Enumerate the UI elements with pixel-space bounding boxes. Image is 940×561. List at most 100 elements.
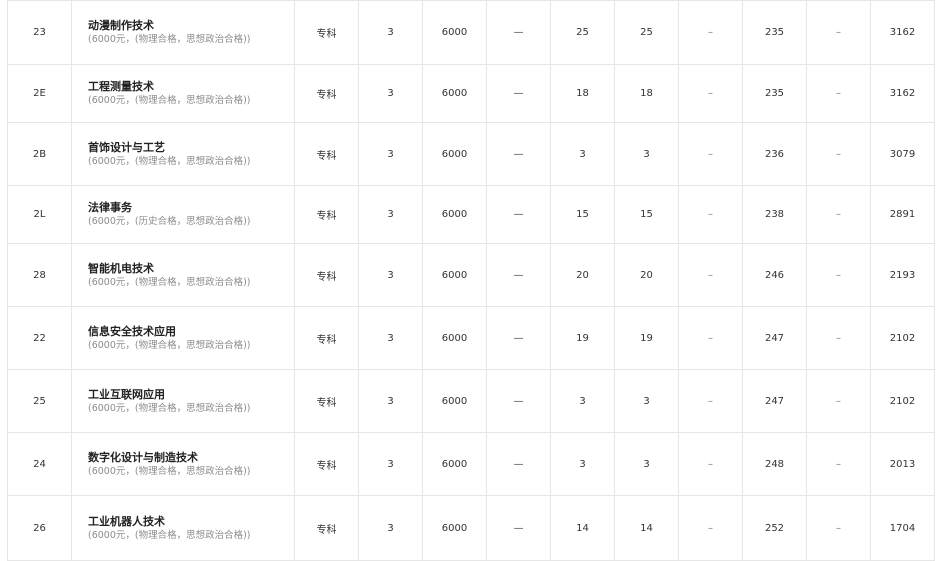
min-rank: 2102 <box>870 369 935 433</box>
major-note: (6000元，(物理合格，思想政治合格)) <box>88 465 251 477</box>
col-value-2: 18 <box>550 64 615 123</box>
study-years: 3 <box>358 369 423 433</box>
major-name[interactable]: 工业机器人技术 <box>88 514 294 529</box>
col-value-6: – <box>806 185 871 244</box>
education-level: 专科 <box>294 369 359 433</box>
col-value-6: – <box>806 122 871 186</box>
col-value-6: – <box>806 0 871 65</box>
major-note: (6000元，(物理合格，思想政治合格)) <box>88 276 251 288</box>
tuition-fee: 6000 <box>422 64 487 123</box>
min-rank: 2193 <box>870 243 935 307</box>
col-value-6: – <box>806 432 871 496</box>
major-name[interactable]: 信息安全技术应用 <box>88 324 294 339</box>
major-name[interactable]: 工程测量技术 <box>88 79 294 94</box>
col-value-4: – <box>678 495 743 561</box>
study-years: 3 <box>358 306 423 370</box>
col-value-2: 14 <box>550 495 615 561</box>
min-score: 235 <box>742 0 807 65</box>
major-name[interactable]: 智能机电技术 <box>88 261 294 276</box>
table-row: 2B 首饰设计与工艺 (6000元，(物理合格，思想政治合格)) 专科 3 60… <box>7 122 935 186</box>
col-value-4: – <box>678 306 743 370</box>
min-score: 235 <box>742 64 807 123</box>
col-value-3: 3 <box>614 369 679 433</box>
study-years: 3 <box>358 64 423 123</box>
major-name[interactable]: 数字化设计与制造技术 <box>88 450 294 465</box>
major-note: (6000元，(物理合格，思想政治合格)) <box>88 34 251 45</box>
major-name-cell[interactable]: 数字化设计与制造技术 (6000元，(物理合格，思想政治合格)) <box>71 432 295 496</box>
major-code: 2B <box>7 122 72 186</box>
major-note: (6000元，(历史合格，思想政治合格)) <box>88 216 251 227</box>
col-value-3: 14 <box>614 495 679 561</box>
col-value-4: – <box>678 64 743 123</box>
col-value-1: — <box>486 306 551 370</box>
study-years: 3 <box>358 243 423 307</box>
major-name[interactable]: 首饰设计与工艺 <box>88 140 294 155</box>
col-value-6: – <box>806 495 871 561</box>
education-level: 专科 <box>294 64 359 123</box>
col-value-1: — <box>486 369 551 433</box>
table-row: 2E 工程测量技术 (6000元，(物理合格，思想政治合格)) 专科 3 600… <box>7 64 935 123</box>
major-name-cell[interactable]: 工业机器人技术 (6000元，(物理合格，思想政治合格)) <box>71 495 295 561</box>
major-name-cell[interactable]: 智能机电技术 (6000元，(物理合格，思想政治合格)) <box>71 243 295 307</box>
major-name-cell[interactable]: 工程测量技术 (6000元，(物理合格，思想政治合格)) <box>71 64 295 123</box>
col-value-3: 19 <box>614 306 679 370</box>
education-level: 专科 <box>294 185 359 244</box>
min-score: 236 <box>742 122 807 186</box>
study-years: 3 <box>358 495 423 561</box>
major-code: 25 <box>7 369 72 433</box>
col-value-4: – <box>678 0 743 65</box>
col-value-3: 3 <box>614 432 679 496</box>
major-name[interactable]: 工业互联网应用 <box>88 387 294 402</box>
col-value-6: – <box>806 369 871 433</box>
col-value-2: 19 <box>550 306 615 370</box>
col-value-2: 3 <box>550 122 615 186</box>
major-note: (6000元，(物理合格，思想政治合格)) <box>88 155 251 167</box>
min-score: 238 <box>742 185 807 244</box>
tuition-fee: 6000 <box>422 306 487 370</box>
admission-table-container: 23 动漫制作技术 (6000元，(物理合格，思想政治合格)) 专科 3 600… <box>7 0 935 561</box>
study-years: 3 <box>358 0 423 65</box>
major-code: 2L <box>7 185 72 244</box>
major-note: (6000元，(物理合格，思想政治合格)) <box>88 339 251 351</box>
min-rank: 3162 <box>870 64 935 123</box>
min-score: 248 <box>742 432 807 496</box>
col-value-1: — <box>486 122 551 186</box>
tuition-fee: 6000 <box>422 495 487 561</box>
education-level: 专科 <box>294 495 359 561</box>
col-value-6: – <box>806 243 871 307</box>
major-note: (6000元，(物理合格，思想政治合格)) <box>88 95 251 106</box>
major-name-cell[interactable]: 信息安全技术应用 (6000元，(物理合格，思想政治合格)) <box>71 306 295 370</box>
table-row: 28 智能机电技术 (6000元，(物理合格，思想政治合格)) 专科 3 600… <box>7 243 935 307</box>
col-value-2: 15 <box>550 185 615 244</box>
major-code: 23 <box>7 0 72 65</box>
table-row: 22 信息安全技术应用 (6000元，(物理合格，思想政治合格)) 专科 3 6… <box>7 306 935 370</box>
study-years: 3 <box>358 432 423 496</box>
education-level: 专科 <box>294 0 359 65</box>
col-value-6: – <box>806 64 871 123</box>
major-name[interactable]: 法律事务 <box>88 200 294 215</box>
major-name[interactable]: 动漫制作技术 <box>88 18 294 33</box>
table-row: 24 数字化设计与制造技术 (6000元，(物理合格，思想政治合格)) 专科 3… <box>7 432 935 496</box>
study-years: 3 <box>358 122 423 186</box>
table-row: 26 工业机器人技术 (6000元，(物理合格，思想政治合格)) 专科 3 60… <box>7 495 935 561</box>
min-rank: 2013 <box>870 432 935 496</box>
col-value-4: – <box>678 185 743 244</box>
major-code: 26 <box>7 495 72 561</box>
major-name-cell[interactable]: 动漫制作技术 (6000元，(物理合格，思想政治合格)) <box>71 0 295 65</box>
major-name-cell[interactable]: 法律事务 (6000元，(历史合格，思想政治合格)) <box>71 185 295 244</box>
min-rank: 2102 <box>870 306 935 370</box>
col-value-1: — <box>486 0 551 65</box>
col-value-6: – <box>806 306 871 370</box>
col-value-3: 25 <box>614 0 679 65</box>
tuition-fee: 6000 <box>422 185 487 244</box>
major-name-cell[interactable]: 首饰设计与工艺 (6000元，(物理合格，思想政治合格)) <box>71 122 295 186</box>
major-name-cell[interactable]: 工业互联网应用 (6000元，(物理合格，思想政治合格)) <box>71 369 295 433</box>
table-row: 23 动漫制作技术 (6000元，(物理合格，思想政治合格)) 专科 3 600… <box>7 0 935 65</box>
col-value-2: 3 <box>550 369 615 433</box>
col-value-4: – <box>678 369 743 433</box>
min-score: 247 <box>742 369 807 433</box>
tuition-fee: 6000 <box>422 369 487 433</box>
min-score: 252 <box>742 495 807 561</box>
major-note: (6000元，(物理合格，思想政治合格)) <box>88 529 251 541</box>
table-body: 23 动漫制作技术 (6000元，(物理合格，思想政治合格)) 专科 3 600… <box>7 0 935 561</box>
